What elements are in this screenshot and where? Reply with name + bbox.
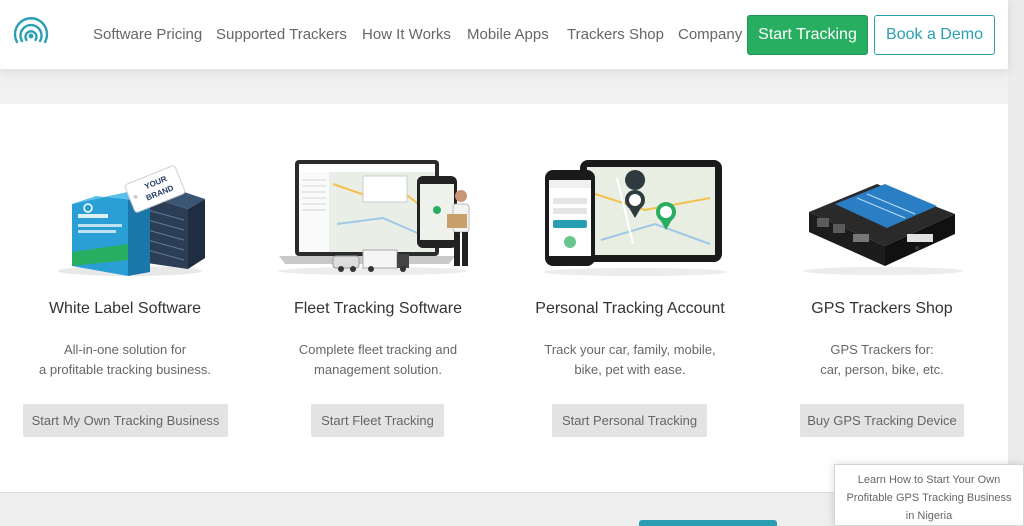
start-fleet-tracking-button[interactable]: Start Fleet Tracking: [311, 404, 444, 437]
card-white-label: YOUR BRAND White Label Software All-in-o…: [0, 104, 250, 492]
card-description: All-in-one solution for a profitable tra…: [39, 342, 211, 377]
popup-line: Learn How to Start Your Own: [857, 474, 1001, 486]
software-box-icon: YOUR BRAND: [0, 154, 250, 279]
start-personal-tracking-button[interactable]: Start Personal Tracking: [552, 404, 707, 437]
info-popup[interactable]: Learn How to Start Your Own Profitable G…: [834, 464, 1024, 526]
phone-tablet-map-icon: [505, 154, 755, 279]
gray-band: [0, 70, 1008, 104]
start-own-business-button[interactable]: Start My Own Tracking Business: [23, 404, 228, 437]
card-fleet-tracking: Fleet Tracking Software Complete fleet t…: [253, 104, 503, 492]
teal-button-peek[interactable]: [639, 520, 777, 526]
signal-waves-icon[interactable]: [12, 15, 50, 53]
card-title: Personal Tracking Account: [535, 300, 725, 317]
nav-trackers-shop[interactable]: Trackers Shop: [567, 26, 664, 43]
popup-line: in Nigeria: [905, 510, 953, 522]
card-personal-tracking: Personal Tracking Account Track your car…: [505, 104, 755, 492]
card-title: Fleet Tracking Software: [293, 300, 463, 317]
nav-how-it-works[interactable]: How It Works: [362, 26, 451, 43]
card-title: White Label Software: [48, 300, 202, 317]
nav-supported-trackers[interactable]: Supported Trackers: [216, 26, 347, 43]
book-demo-button[interactable]: Book a Demo: [874, 15, 995, 55]
scrollbar[interactable]: [1008, 0, 1024, 526]
card-title: GPS Trackers Shop: [811, 300, 953, 317]
card-gps-shop: GPS Trackers Shop GPS Trackers for: car,…: [757, 104, 1007, 492]
buy-gps-device-button[interactable]: Buy GPS Tracking Device: [800, 404, 964, 437]
card-description: Complete fleet tracking and management s…: [298, 342, 458, 377]
card-description: Track your car, family, mobile, bike, pe…: [544, 342, 716, 377]
top-navbar: Software Pricing Supported Trackers How …: [0, 0, 1008, 70]
nav-company[interactable]: Company: [678, 26, 742, 43]
popup-line: Profitable GPS Tracking Business: [846, 492, 1012, 504]
nav-mobile-apps[interactable]: Mobile Apps: [467, 26, 549, 43]
fleet-devices-icon: [253, 154, 503, 279]
start-tracking-button[interactable]: Start Tracking: [747, 15, 868, 55]
gps-tracker-device-icon: [757, 154, 1007, 279]
card-description: GPS Trackers for: car, person, bike, etc…: [820, 342, 944, 377]
product-section: YOUR BRAND White Label Software All-in-o…: [0, 104, 1008, 492]
nav-software-pricing[interactable]: Software Pricing: [93, 26, 202, 43]
